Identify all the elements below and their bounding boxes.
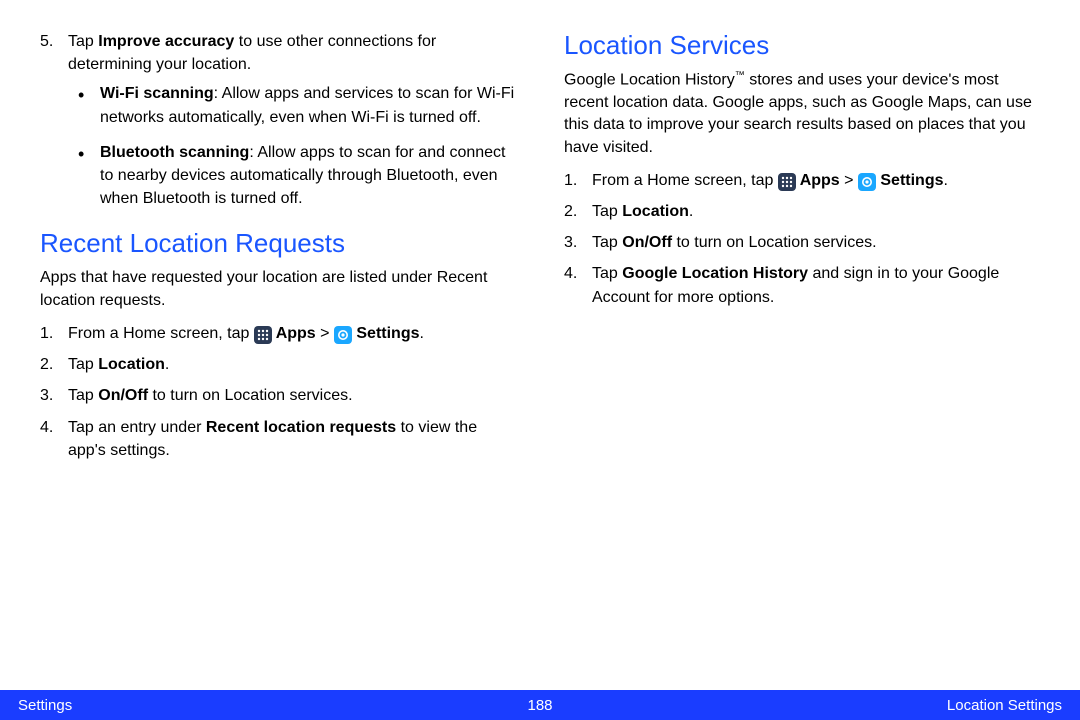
- text: to turn on Location services.: [672, 234, 877, 251]
- bold-text: Settings: [352, 325, 420, 342]
- list-item: 4. Tap an entry under Recent location re…: [62, 416, 516, 462]
- list-item: 3. Tap On/Off to turn on Location servic…: [62, 384, 516, 407]
- text: Tap: [592, 234, 622, 251]
- list-number: 5.: [40, 30, 53, 53]
- text: Tap: [68, 33, 98, 50]
- page-body: 5. Tap Improve accuracy to use other con…: [0, 0, 1080, 680]
- page-number: 188: [366, 697, 714, 714]
- list-number: 1.: [564, 169, 577, 192]
- text: >: [316, 325, 334, 342]
- bold-text: Location: [622, 203, 689, 220]
- text: Tap: [68, 387, 98, 404]
- bold-text: Wi-Fi scanning: [100, 85, 214, 102]
- page-footer: Settings 188 Location Settings: [0, 690, 1080, 720]
- text: to turn on Location services.: [148, 387, 353, 404]
- left-column: 5. Tap Improve accuracy to use other con…: [40, 30, 516, 680]
- text: .: [420, 325, 424, 342]
- section-heading-services: Location Services: [564, 30, 1040, 61]
- apps-icon: [778, 173, 796, 191]
- text: .: [689, 203, 693, 220]
- right-column: Location Services Google Location Histor…: [564, 30, 1040, 680]
- bold-text: On/Off: [622, 234, 672, 251]
- list-number: 2.: [564, 200, 577, 223]
- list-number: 2.: [40, 353, 53, 376]
- text: From a Home screen, tap: [68, 325, 254, 342]
- bold-text: Settings: [876, 172, 944, 189]
- list-item: 5. Tap Improve accuracy to use other con…: [62, 30, 516, 210]
- text: From a Home screen, tap: [592, 172, 778, 189]
- trademark-symbol: ™: [735, 70, 745, 81]
- text: Tap: [592, 203, 622, 220]
- text: >: [840, 172, 858, 189]
- bold-text: Recent location requests: [206, 419, 396, 436]
- bold-text: Google Location History: [622, 265, 808, 282]
- bold-text: On/Off: [98, 387, 148, 404]
- bold-text: Bluetooth scanning: [100, 144, 249, 161]
- steps-list-left: 1. From a Home screen, tap Apps > Settin…: [40, 322, 516, 462]
- intro-text: Apps that have requested your location a…: [40, 267, 516, 312]
- settings-icon: [858, 173, 876, 191]
- bold-text: Location: [98, 356, 165, 373]
- text: .: [165, 356, 169, 373]
- continued-list: 5. Tap Improve accuracy to use other con…: [40, 30, 516, 210]
- bold-text: Apps: [272, 325, 316, 342]
- section-heading-recent: Recent Location Requests: [40, 228, 516, 259]
- bullet-item: Wi-Fi scanning: Allow apps and services …: [96, 82, 516, 128]
- apps-icon: [254, 326, 272, 344]
- bold-text: Apps: [796, 172, 840, 189]
- bold-text: Improve accuracy: [98, 33, 234, 50]
- intro-text: Google Location History™ stores and uses…: [564, 69, 1040, 159]
- list-item: 3. Tap On/Off to turn on Location servic…: [586, 231, 1040, 254]
- bullet-item: Bluetooth scanning: Allow apps to scan f…: [96, 141, 516, 211]
- footer-section-label: Settings: [18, 697, 366, 714]
- list-number: 4.: [40, 416, 53, 439]
- text: Tap: [68, 356, 98, 373]
- list-item: 4. Tap Google Location History and sign …: [586, 262, 1040, 308]
- text: .: [944, 172, 948, 189]
- list-number: 4.: [564, 262, 577, 285]
- sub-bullets: Wi-Fi scanning: Allow apps and services …: [68, 82, 516, 210]
- list-number: 1.: [40, 322, 53, 345]
- steps-list-right: 1. From a Home screen, tap Apps > Settin…: [564, 169, 1040, 309]
- list-item: 1. From a Home screen, tap Apps > Settin…: [586, 169, 1040, 192]
- text: Tap an entry under: [68, 419, 206, 436]
- footer-subsection-label: Location Settings: [714, 697, 1062, 714]
- list-item: 2. Tap Location.: [586, 200, 1040, 223]
- list-item: 1. From a Home screen, tap Apps > Settin…: [62, 322, 516, 345]
- list-item: 2. Tap Location.: [62, 353, 516, 376]
- settings-icon: [334, 326, 352, 344]
- text: Tap: [592, 265, 622, 282]
- list-number: 3.: [40, 384, 53, 407]
- text: Google Location History: [564, 71, 735, 88]
- list-number: 3.: [564, 231, 577, 254]
